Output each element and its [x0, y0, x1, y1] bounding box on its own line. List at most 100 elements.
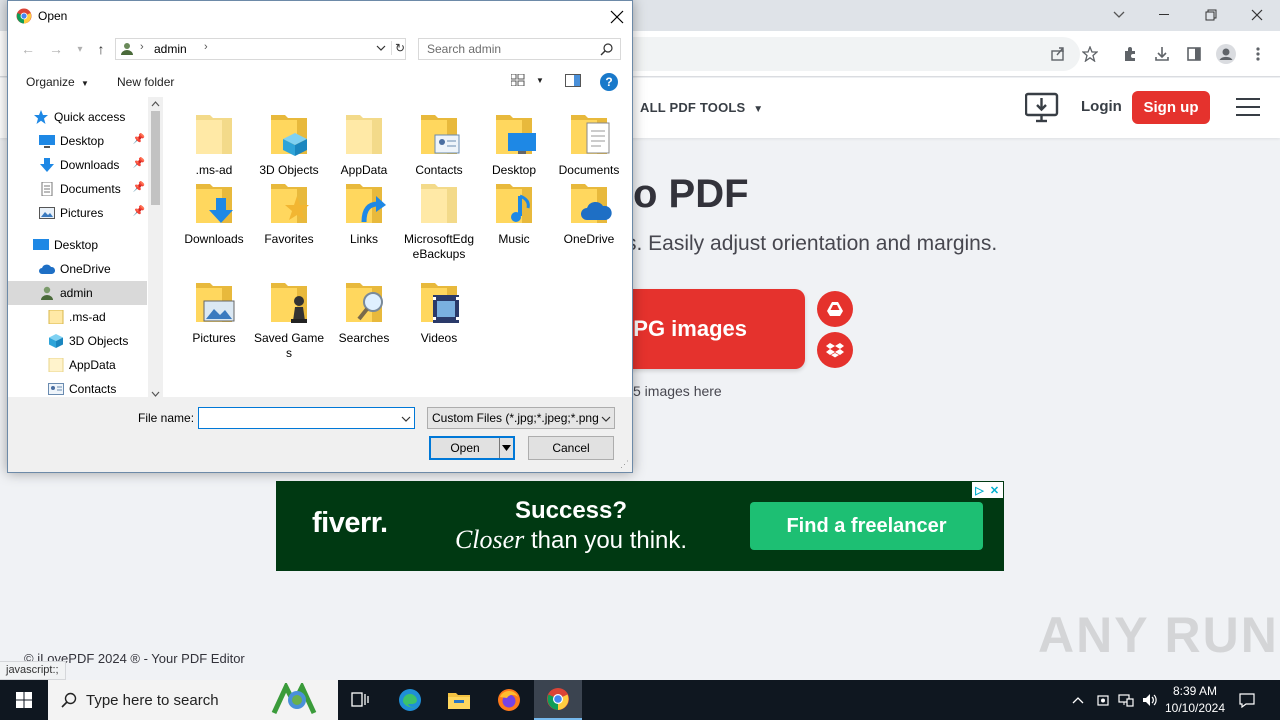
file-item[interactable]: Searches — [327, 277, 401, 346]
nav-ms-ad[interactable]: .ms-ad — [8, 305, 147, 329]
file-item[interactable]: Downloads — [177, 178, 251, 247]
firefox-icon[interactable] — [485, 680, 533, 720]
restore-icon[interactable] — [1188, 2, 1234, 28]
file-item[interactable]: AppData — [327, 109, 401, 178]
google-drive-icon[interactable] — [817, 291, 853, 327]
nav-desktop-pinned[interactable]: Desktop 📌 — [8, 129, 147, 153]
task-view-icon[interactable] — [336, 680, 384, 720]
file-name-dropdown-icon[interactable] — [401, 416, 411, 422]
nav-3d-objects[interactable]: 3D Objects — [8, 329, 147, 353]
file-item[interactable]: Documents — [552, 109, 626, 178]
tray-chevron-up-icon[interactable] — [1070, 692, 1086, 708]
close-icon[interactable] — [1234, 2, 1280, 28]
dialog-close-icon[interactable] — [602, 5, 632, 29]
all-tools-menu[interactable]: ALL PDF TOOLS ▼ — [640, 100, 763, 115]
dialog-address-bar[interactable]: › admin › ↻ — [115, 38, 406, 60]
file-item[interactable]: Favorites — [252, 178, 326, 247]
file-type-value: Custom Files (*.jpg;*.jpeg;*.png — [432, 411, 599, 425]
file-item[interactable]: MicrosoftEdgeBackups — [402, 178, 476, 262]
tab-search-icon[interactable] — [1096, 2, 1142, 28]
open-split-dropdown-icon[interactable] — [499, 438, 513, 458]
file-item[interactable]: Links — [327, 178, 401, 247]
file-item[interactable]: Desktop — [477, 109, 551, 178]
view-dropdown-icon[interactable]: ▼ — [536, 76, 544, 85]
new-folder-button[interactable]: New folder — [117, 75, 174, 89]
file-type-dropdown-icon — [601, 416, 611, 422]
notification-icon[interactable] — [1239, 692, 1255, 708]
back-arrow-icon[interactable]: ← — [18, 39, 38, 59]
recent-dropdown-icon[interactable]: ▾ — [70, 39, 90, 59]
nav-quick-access[interactable]: Quick access — [8, 105, 147, 129]
nav-desktop[interactable]: Desktop — [8, 233, 147, 257]
help-icon[interactable]: ? — [600, 73, 618, 91]
taskbar-search-box[interactable]: Type here to search — [48, 680, 338, 720]
desktop-download-icon[interactable] — [1024, 92, 1059, 124]
folder-icon — [271, 283, 307, 323]
breadcrumb-admin[interactable]: admin — [154, 42, 187, 56]
view-options-icon[interactable] — [510, 73, 525, 89]
cube-icon — [49, 334, 63, 348]
chrome-taskbar-icon[interactable] — [534, 680, 582, 720]
select-images-label: PG images — [633, 316, 747, 341]
resize-grip-icon[interactable]: ⋰ — [620, 459, 629, 470]
file-item[interactable]: Music — [477, 178, 551, 247]
nav-pictures-pinned[interactable]: Pictures 📌 — [8, 201, 147, 225]
dialog-search-box[interactable]: Search admin — [418, 38, 621, 60]
adchoices-icon[interactable]: ▷ — [972, 482, 987, 498]
minimize-icon[interactable] — [1142, 2, 1188, 28]
folder-icon — [571, 184, 612, 223]
file-item[interactable]: Saved Games — [252, 277, 326, 361]
signup-button[interactable]: Sign up — [1132, 91, 1210, 124]
find-freelancer-button[interactable]: Find a freelancer — [750, 502, 983, 550]
nav-downloads-pinned[interactable]: Downloads 📌 — [8, 153, 147, 177]
up-arrow-icon[interactable]: ↑ — [91, 39, 111, 59]
file-item[interactable]: Contacts — [402, 109, 476, 178]
login-link[interactable]: Login — [1081, 98, 1122, 115]
download-icon[interactable] — [1147, 39, 1177, 69]
adchoices-badge[interactable]: ▷ ✕ — [972, 482, 1003, 498]
nav-documents-pinned[interactable]: Documents 📌 — [8, 177, 147, 201]
dropbox-icon[interactable] — [817, 332, 853, 368]
file-name-input[interactable] — [198, 407, 415, 429]
dialog-titlebar[interactable]: Open — [8, 1, 632, 32]
preview-pane-icon[interactable] — [565, 74, 581, 90]
file-item[interactable]: OneDrive — [552, 178, 626, 247]
file-item[interactable]: .ms-ad — [177, 109, 251, 178]
organize-menu[interactable]: Organize ▼ — [26, 75, 89, 89]
file-item[interactable]: Videos — [402, 277, 476, 346]
refresh-icon[interactable]: ↻ — [391, 41, 405, 55]
hamburger-menu-icon[interactable] — [1236, 98, 1260, 116]
nav-appdata[interactable]: AppData — [8, 353, 147, 377]
nav-contacts[interactable]: Contacts — [8, 377, 147, 397]
extensions-icon[interactable] — [1115, 39, 1145, 69]
ad-close-icon[interactable]: ✕ — [987, 482, 1002, 498]
scroll-down-icon[interactable] — [151, 384, 160, 397]
nav-admin[interactable]: admin — [8, 281, 147, 305]
tray-app-icon[interactable] — [1095, 692, 1111, 708]
edge-icon[interactable] — [386, 680, 434, 720]
fiverr-ad[interactable]: fiverr. Success? Closer than you think. … — [276, 481, 1004, 571]
open-button[interactable]: Open — [429, 436, 515, 460]
nav-scroll-thumb[interactable] — [151, 111, 160, 205]
cancel-button[interactable]: Cancel — [528, 436, 614, 460]
menu-dots-icon[interactable] — [1243, 39, 1273, 69]
system-clock[interactable]: 8:39 AM 10/10/2024 — [1160, 683, 1230, 717]
volume-icon[interactable] — [1142, 692, 1158, 708]
nav-onedrive[interactable]: OneDrive — [8, 257, 147, 281]
profile-avatar-icon[interactable] — [1211, 39, 1241, 69]
side-panel-icon[interactable] — [1179, 39, 1209, 69]
bookmark-star-icon[interactable] — [1075, 39, 1105, 69]
file-item[interactable]: Pictures — [177, 277, 251, 346]
file-explorer-icon[interactable] — [435, 680, 483, 720]
scroll-up-icon[interactable] — [151, 100, 160, 109]
file-item[interactable]: 3D Objects — [252, 109, 326, 178]
nav-pane-scrollbar[interactable] — [148, 97, 163, 397]
share-icon[interactable] — [1043, 39, 1073, 69]
breadcrumb-chevron-icon[interactable]: › — [204, 41, 208, 53]
network-icon[interactable] — [1118, 692, 1134, 708]
address-dropdown-icon[interactable] — [376, 43, 386, 54]
windows-start-icon[interactable] — [0, 680, 48, 720]
file-item-label: Downloads — [184, 232, 244, 246]
file-type-select[interactable]: Custom Files (*.jpg;*.jpeg;*.png — [427, 407, 615, 429]
forward-arrow-icon[interactable]: → — [46, 39, 66, 59]
